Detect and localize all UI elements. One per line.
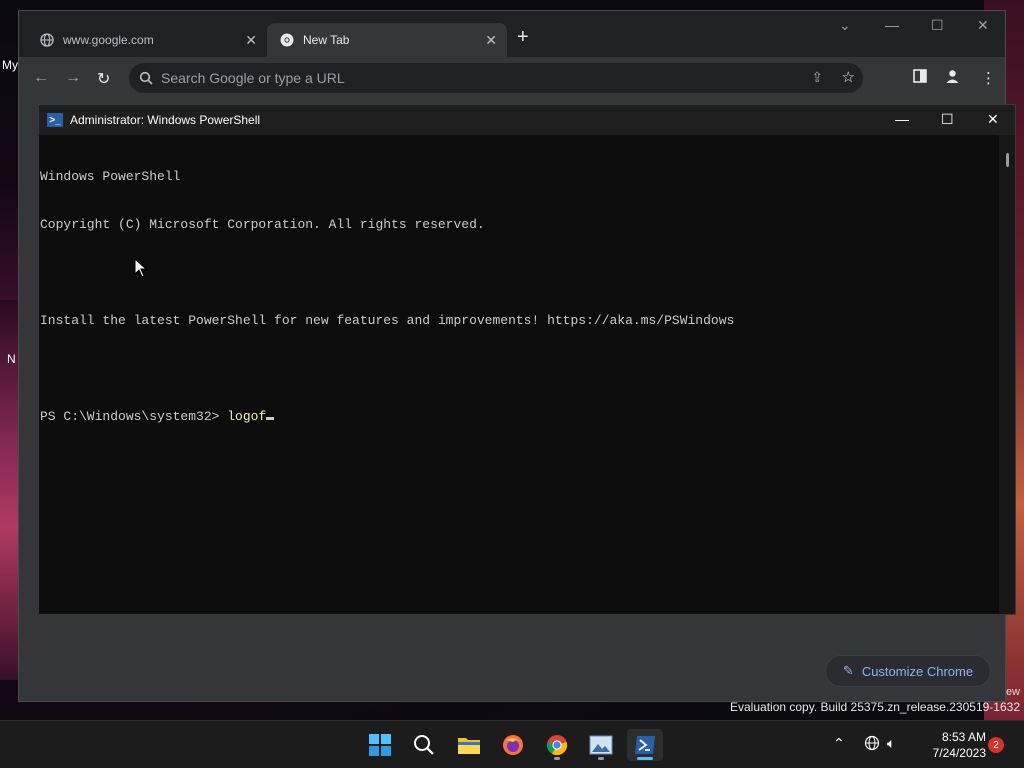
globe-icon <box>39 32 55 48</box>
terminal-command-input[interactable]: logof <box>227 409 266 424</box>
vertical-scrollbar[interactable] <box>999 135 1015 614</box>
powershell-window-title: Administrator: Windows PowerShell <box>70 113 261 127</box>
close-tab-icon[interactable]: ✕ <box>485 32 497 49</box>
search-icon <box>139 71 153 85</box>
terminal-output[interactable]: Windows PowerShell Copyright (C) Microso… <box>39 135 999 614</box>
powershell-title-bar[interactable]: >_ Administrator: Windows PowerShell — ☐… <box>39 105 1015 135</box>
tab-title: www.google.com <box>63 33 154 47</box>
tab-title: New Tab <box>303 33 350 47</box>
mouse-pointer-icon <box>134 258 148 278</box>
omnibox[interactable]: Search Google or type a URL ⇪ ☆ <box>129 63 863 93</box>
taskbar-powershell[interactable] <box>627 729 663 761</box>
maximize-button[interactable]: ☐ <box>931 17 944 34</box>
notification-badge[interactable]: 2 <box>988 737 1004 753</box>
pencil-icon: ✎ <box>842 663 854 678</box>
customize-chrome-label: Customize Chrome <box>861 663 974 679</box>
terminal-line: Windows PowerShell <box>40 169 181 184</box>
chrome-toolbar: ← → ↻ Search Google or type a URL ⇪ ☆ ⋮ <box>19 57 1005 101</box>
text-cursor <box>266 417 275 420</box>
taskbar-photos[interactable] <box>583 729 619 761</box>
minimize-button[interactable]: — <box>895 111 909 127</box>
powershell-icon <box>635 736 655 754</box>
network-globe-icon[interactable] <box>864 735 880 754</box>
new-tab-button[interactable]: + <box>517 27 529 47</box>
running-indicator <box>554 757 560 760</box>
desktop-label-ew: ew <box>1005 686 1020 698</box>
firefox-icon <box>503 735 523 755</box>
share-icon[interactable]: ⇪ <box>811 69 823 86</box>
system-clock[interactable]: 8:53 AM 7/24/2023 <box>912 729 986 761</box>
start-icon <box>369 734 391 756</box>
taskbar-file-explorer[interactable] <box>451 729 487 761</box>
back-arrow-icon[interactable]: ← <box>33 69 49 87</box>
taskbar-search-button[interactable] <box>406 729 442 761</box>
taskbar: ⌃ 🔈︎ 8:53 AM 7/24/2023 2 <box>0 720 1024 768</box>
tab-search-icon[interactable]: ⌄ <box>839 17 851 34</box>
kebab-menu-icon[interactable]: ⋮ <box>981 69 996 87</box>
clock-date: 7/24/2023 <box>932 746 986 760</box>
taskbar-firefox[interactable] <box>495 729 531 761</box>
customize-chrome-button[interactable]: ✎ Customize Chrome <box>825 655 991 687</box>
powershell-icon: >_ <box>47 113 63 127</box>
file-explorer-icon <box>458 738 480 754</box>
close-window-button[interactable]: ✕ <box>977 17 989 34</box>
clock-time: 8:53 AM <box>941 730 986 744</box>
search-icon <box>414 735 434 755</box>
desktop-icon-label-my[interactable]: My <box>2 58 18 72</box>
volume-icon[interactable]: 🔈︎ <box>887 735 895 752</box>
powershell-window: >_ Administrator: Windows PowerShell — ☐… <box>38 104 1016 615</box>
desktop-icon-label-n[interactable]: N <box>7 352 16 366</box>
terminal-line: Install the latest PowerShell for new fe… <box>40 313 735 328</box>
chrome-tab-strip: www.google.com ✕ New Tab ✕ + ⌄ — ☐ ✕ <box>19 11 1005 57</box>
omnibox-placeholder: Search Google or type a URL <box>161 70 345 86</box>
close-tab-icon[interactable]: ✕ <box>245 32 257 49</box>
bookmark-star-icon[interactable]: ☆ <box>842 68 855 86</box>
taskbar-chrome[interactable] <box>539 729 575 761</box>
forward-arrow-icon[interactable]: → <box>65 69 81 87</box>
evaluation-watermark: Evaluation copy. Build 25375.zn_release.… <box>730 700 1020 714</box>
terminal-prompt: PS C:\Windows\system32> <box>40 409 228 424</box>
side-panel-icon[interactable] <box>913 69 927 87</box>
active-indicator <box>637 757 653 760</box>
running-indicator <box>598 757 604 760</box>
chrome-icon <box>546 735 568 756</box>
photos-icon <box>589 735 613 755</box>
tab-google[interactable]: www.google.com ✕ <box>27 23 267 57</box>
terminal-line: Copyright (C) Microsoft Corporation. All… <box>40 217 485 232</box>
profile-icon[interactable] <box>945 69 960 88</box>
reload-icon[interactable]: ↻ <box>97 69 110 89</box>
terminal-prompt-line[interactable]: PS C:\Windows\system32> logof <box>40 409 999 425</box>
minimize-button[interactable]: — <box>885 17 899 33</box>
chevron-up-icon[interactable]: ⌃ <box>833 735 845 752</box>
start-button[interactable] <box>362 729 398 761</box>
chrome-icon <box>279 32 295 48</box>
scrollbar-thumb[interactable] <box>1006 153 1009 167</box>
maximize-button[interactable]: ☐ <box>941 111 954 128</box>
tab-new-tab[interactable]: New Tab ✕ <box>267 23 507 57</box>
close-button[interactable]: ✕ <box>987 111 999 128</box>
